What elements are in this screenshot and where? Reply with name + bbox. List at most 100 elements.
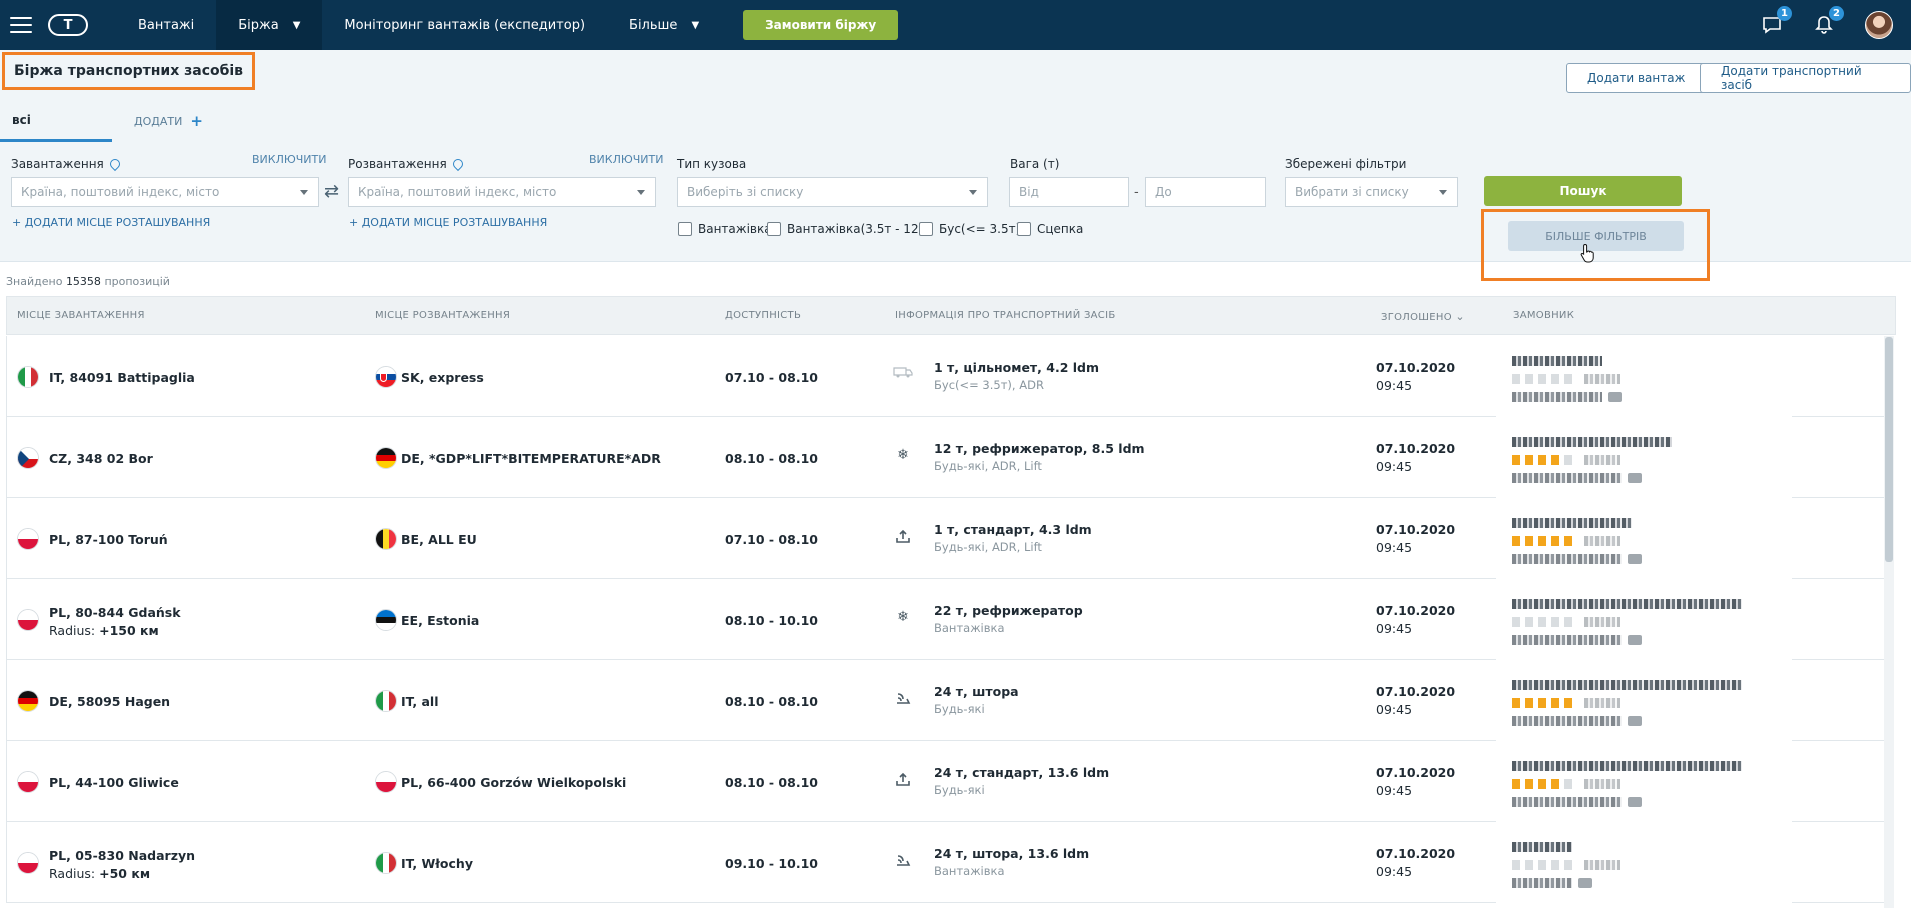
- unloading-place: DE, *GDP*LIFT*BITEMPERATURE*ADR: [401, 451, 661, 466]
- add-cargo-button[interactable]: Додати вантаж: [1566, 63, 1707, 93]
- chat-icon[interactable]: [1628, 554, 1642, 564]
- availability-dates: 07.10 - 08.10: [725, 532, 818, 547]
- messages-icon[interactable]: 1: [1761, 6, 1792, 36]
- loading-place: CZ, 348 02 Bor: [49, 451, 153, 466]
- tab-all[interactable]: всі: [0, 100, 112, 142]
- loading-place: PL, 05-830 Nadarzyn: [49, 848, 196, 863]
- checkbox-truck[interactable]: Вантажівка: [678, 222, 772, 236]
- chat-icon[interactable]: [1628, 797, 1642, 807]
- customer-name-blur: [1512, 518, 1632, 528]
- checkbox-box[interactable]: [1017, 222, 1031, 236]
- unloading-location-input[interactable]: Країна, поштовий індекс, місто: [348, 177, 656, 207]
- user-avatar[interactable]: [1865, 11, 1893, 39]
- customer-name-blur: [1512, 599, 1742, 609]
- customer-info-blurred[interactable]: [1496, 498, 1792, 579]
- location-pin-icon: [107, 156, 122, 172]
- customer-info-blurred[interactable]: [1496, 336, 1792, 417]
- more-filters-button[interactable]: БІЛЬШЕ ФІЛЬТРІВ: [1508, 221, 1684, 251]
- col-customer: ЗАМОВНИК: [1513, 310, 1575, 321]
- upload-icon: [893, 771, 913, 791]
- customer-info-blurred[interactable]: [1496, 579, 1792, 660]
- menu-icon[interactable]: [10, 17, 32, 33]
- vehicle-info: 24 т, стандарт, 13.6 ldm: [934, 765, 1110, 780]
- posted-date: 07.10.2020: [1376, 522, 1456, 537]
- add-loading-location-link[interactable]: + ДОДАТИ МІСЦЕ РОЗТАШУВАННЯ: [12, 216, 210, 229]
- add-unloading-location-link[interactable]: + ДОДАТИ МІСЦЕ РОЗТАШУВАННЯ: [349, 216, 547, 229]
- col-vehicle-info: ІНФОРМАЦІЯ ПРО ТРАНСПОРТНИЙ ЗАСІБ: [895, 310, 1116, 321]
- weight-to-input[interactable]: До: [1145, 177, 1266, 207]
- results-count: Знайдено 15358 пропозицій: [6, 275, 170, 288]
- country-flag-de: [375, 447, 397, 469]
- rating-stars-empty: [1512, 374, 1577, 384]
- order-exchange-button[interactable]: Замовити біржу: [743, 10, 899, 40]
- customer-info-blurred[interactable]: [1496, 741, 1792, 822]
- app-logo[interactable]: T: [48, 14, 88, 36]
- availability-dates: 08.10 - 10.10: [725, 613, 818, 628]
- posted-time: 09:45: [1376, 540, 1413, 555]
- weight-from-input[interactable]: Від: [1009, 177, 1129, 207]
- page-title: Біржа транспортних засобів: [2, 52, 256, 90]
- checkbox-box[interactable]: [767, 222, 781, 236]
- saved-filters-select[interactable]: Вибрати зі списку: [1285, 177, 1458, 207]
- tab-add[interactable]: ДОДАТИ +: [122, 100, 215, 142]
- country-flag-pl: [17, 609, 39, 631]
- loading-location-input[interactable]: Країна, поштовий індекс, місто: [11, 177, 319, 207]
- chat-icon[interactable]: [1628, 473, 1642, 483]
- rating-count-blur: [1584, 860, 1620, 870]
- customer-info-blurred[interactable]: [1496, 417, 1792, 498]
- country-flag-be: [375, 528, 397, 550]
- posted-time: 09:45: [1376, 621, 1413, 636]
- chat-icon[interactable]: [1628, 635, 1642, 645]
- swap-icon[interactable]: ⇄: [324, 181, 339, 202]
- posted-time: 09:45: [1376, 702, 1413, 717]
- hand-cursor-icon: [1580, 243, 1594, 263]
- nav-item-more[interactable]: Більше ▼: [607, 0, 721, 50]
- vehicle-details: Вантажівка: [934, 621, 1005, 635]
- customer-contact-blur: [1512, 473, 1622, 483]
- chevron-down-icon: [969, 190, 977, 195]
- checkbox-box[interactable]: [919, 222, 933, 236]
- unloading-exclude-link[interactable]: ВИКЛЮЧИТИ: [589, 153, 663, 166]
- snowflake-icon: ❄: [897, 609, 909, 625]
- vehicle-details: Будь-які: [934, 783, 985, 797]
- col-posted[interactable]: ЗГОЛОШЕНО ⌄: [1381, 310, 1465, 323]
- customer-name-blur: [1512, 842, 1572, 852]
- checkbox-coupling[interactable]: Сцепка: [1017, 222, 1083, 236]
- nav-item-cargo[interactable]: Вантажі: [116, 0, 216, 50]
- checkbox-truck-3-5-12[interactable]: Вантажівка(3.5т - 12т): [767, 222, 930, 236]
- chat-icon[interactable]: [1628, 716, 1642, 726]
- search-button[interactable]: Пошук: [1484, 176, 1682, 206]
- loading-exclude-link[interactable]: ВИКЛЮЧИТИ: [252, 153, 326, 166]
- chat-icon[interactable]: [1608, 392, 1622, 402]
- nav-item-exchange[interactable]: Біржа ▼: [216, 0, 323, 50]
- messages-badge: 1: [1777, 6, 1792, 21]
- customer-contact-blur: [1512, 878, 1572, 888]
- bell-icon[interactable]: 2: [1813, 6, 1844, 36]
- checkbox-box[interactable]: [678, 222, 692, 236]
- chevron-down-icon: [300, 190, 308, 195]
- availability-dates: 08.10 - 08.10: [725, 775, 818, 790]
- rating-stars: [1512, 779, 1564, 789]
- chat-icon[interactable]: [1578, 878, 1592, 888]
- vehicle-info: 1 т, стандарт, 4.3 ldm: [934, 522, 1092, 537]
- scrollbar-thumb[interactable]: [1885, 337, 1893, 562]
- vehicle-info: 22 т, рефрижератор: [934, 603, 1083, 618]
- add-vehicle-button[interactable]: Додати транспортний засіб: [1700, 63, 1911, 93]
- location-pin-icon: [450, 156, 465, 172]
- posted-time: 09:45: [1376, 378, 1413, 393]
- country-flag-cz: [17, 447, 39, 469]
- nav-item-monitoring[interactable]: Моніторинг вантажів (експедитор): [322, 0, 607, 50]
- unloading-place: EE, Estonia: [401, 613, 480, 628]
- vehicle-details: Бус(<= 3.5т), ADR: [934, 378, 1044, 392]
- checkbox-bus[interactable]: Бус(<= 3.5т): [919, 222, 1020, 236]
- rating-count-blur: [1584, 455, 1620, 465]
- vehicle-details: Вантажівка: [934, 864, 1005, 878]
- posted-date: 07.10.2020: [1376, 360, 1456, 375]
- vehicle-details: Будь-які, ADR, Lift: [934, 540, 1042, 554]
- body-type-select[interactable]: Виберіть зі списку: [677, 177, 988, 207]
- customer-info-blurred[interactable]: [1496, 660, 1792, 741]
- customer-info-blurred[interactable]: [1496, 822, 1792, 903]
- chevron-down-icon: [1439, 190, 1447, 195]
- rating-stars-empty: [1564, 779, 1577, 789]
- tabs: всі ДОДАТИ +: [0, 100, 215, 142]
